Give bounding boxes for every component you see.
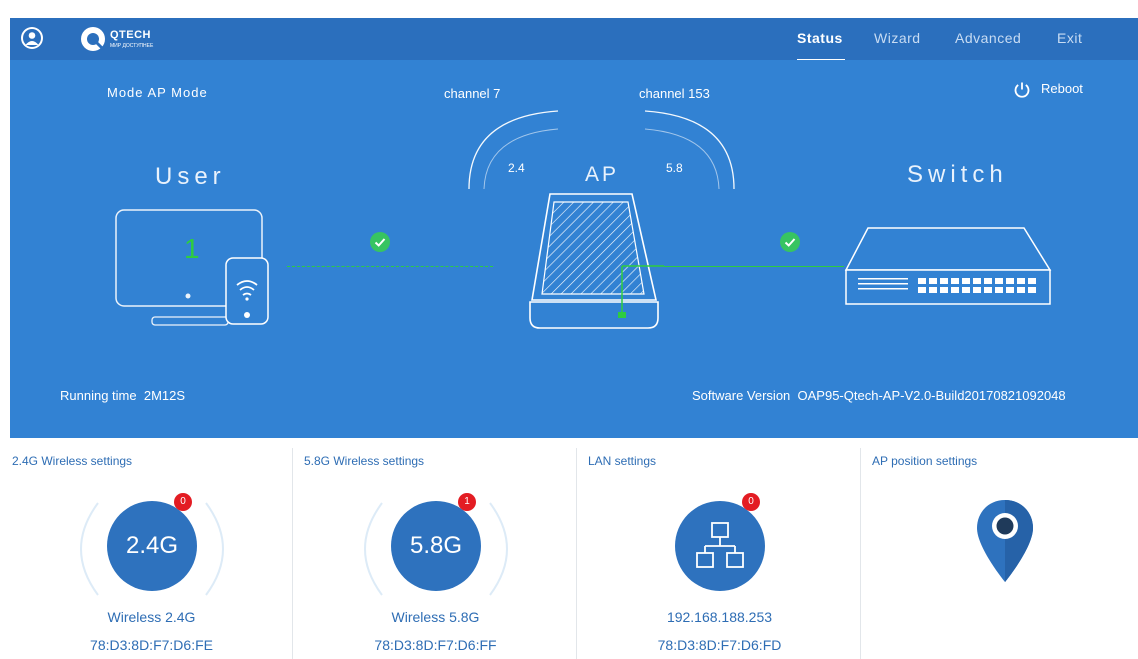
user-ap-link xyxy=(287,266,493,267)
notification-badge: 0 xyxy=(174,493,192,511)
switch-link-ok-icon xyxy=(780,232,800,252)
user-devices-icon xyxy=(115,209,269,326)
band-58-label: 5.8 xyxy=(666,161,683,175)
card-line-2: 78:D3:8D:F7:D6:FE xyxy=(90,637,213,653)
mode-info: Mode AP Mode xyxy=(107,85,208,100)
brand-logo: QTECH МИР ДОСТУПНЕЕ xyxy=(80,26,190,52)
brand-tagline: МИР ДОСТУПНЕЕ xyxy=(110,43,154,49)
software-version-value: OAP95-Qtech-AP-V2.0-Build20170821092048 xyxy=(797,388,1066,403)
qtech-logo-icon xyxy=(81,27,105,51)
card-ap-position[interactable]: AP position settings xyxy=(862,448,1138,659)
card-title: AP position settings xyxy=(872,454,978,468)
right-arc-icon xyxy=(489,502,508,596)
software-version: Software Version OAP95-Qtech-AP-V2.0-Bui… xyxy=(692,388,1066,403)
reboot-label: Reboot xyxy=(1041,81,1083,96)
card-title: 5.8G Wireless settings xyxy=(304,454,425,468)
access-point-icon xyxy=(529,193,664,329)
wireless-58-icon[interactable]: 5.8G xyxy=(391,501,481,591)
settings-cards: 2.4G Wireless settings 2.4G 0 Wireless 2… xyxy=(10,448,1138,659)
running-time-value: 2M12S xyxy=(143,388,186,403)
ap-switch-link xyxy=(664,266,844,267)
left-arc-icon xyxy=(80,502,99,596)
network-switch-icon xyxy=(844,227,1052,305)
status-panel: Mode AP Mode channel 7 channel 153 Reboo… xyxy=(10,60,1138,438)
app-frame: QTECH МИР ДОСТУПНЕЕ Status Wizard Advanc… xyxy=(0,0,1138,659)
tab-wizard[interactable]: Wizard xyxy=(874,30,921,46)
running-time: Running time 2M12S xyxy=(60,388,185,403)
running-time-label: Running time xyxy=(60,388,137,403)
card-title: 2.4G Wireless settings xyxy=(12,454,133,468)
left-arc-icon xyxy=(364,502,383,596)
software-version-label: Software Version xyxy=(692,388,791,403)
user-count: 1 xyxy=(184,233,200,264)
lan-network-icon[interactable] xyxy=(675,501,765,591)
band-24-label: 2.4 xyxy=(508,161,525,175)
user-label: User xyxy=(155,163,226,190)
card-line-2: 78:D3:8D:F7:D6:FF xyxy=(374,637,497,653)
user-link-ok-icon xyxy=(370,232,390,252)
right-arc-icon xyxy=(205,502,224,596)
wireless-24-icon[interactable]: 2.4G xyxy=(107,501,197,591)
card-title: LAN settings xyxy=(588,454,657,468)
tab-status[interactable]: Status xyxy=(797,30,843,46)
power-icon xyxy=(1014,82,1030,98)
tab-exit[interactable]: Exit xyxy=(1057,30,1082,46)
user-icon[interactable] xyxy=(20,26,44,50)
notification-badge: 1 xyxy=(458,493,476,511)
card-lan[interactable]: LAN settings 0 192.168.188.253 78:D3:8D:… xyxy=(578,448,861,659)
mode-label: Mode xyxy=(107,85,144,100)
card-line-1: 192.168.188.253 xyxy=(666,609,773,625)
tab-advanced[interactable]: Advanced xyxy=(955,30,1021,46)
card-line-2: 78:D3:8D:F7:D6:FD xyxy=(657,637,782,653)
wireless-signal-arcs-icon xyxy=(468,110,735,190)
switch-label: Switch xyxy=(907,161,1008,188)
top-bar: QTECH МИР ДОСТУПНЕЕ Status Wizard Advanc… xyxy=(10,18,1138,61)
brand-name: QTECH xyxy=(110,29,151,41)
channel-24-label: channel 7 xyxy=(444,86,501,101)
channel-58-label: channel 153 xyxy=(639,86,710,101)
notification-badge: 0 xyxy=(742,493,760,511)
mode-value: AP Mode xyxy=(147,85,208,100)
card-wireless-24[interactable]: 2.4G Wireless settings 2.4G 0 Wireless 2… xyxy=(10,448,293,659)
map-pin-icon[interactable] xyxy=(975,498,1035,584)
card-line-1: Wireless 2.4G xyxy=(107,609,196,625)
card-line-1: Wireless 5.8G xyxy=(391,609,480,625)
card-wireless-58[interactable]: 5.8G Wireless settings 5.8G 1 Wireless 5… xyxy=(294,448,577,659)
